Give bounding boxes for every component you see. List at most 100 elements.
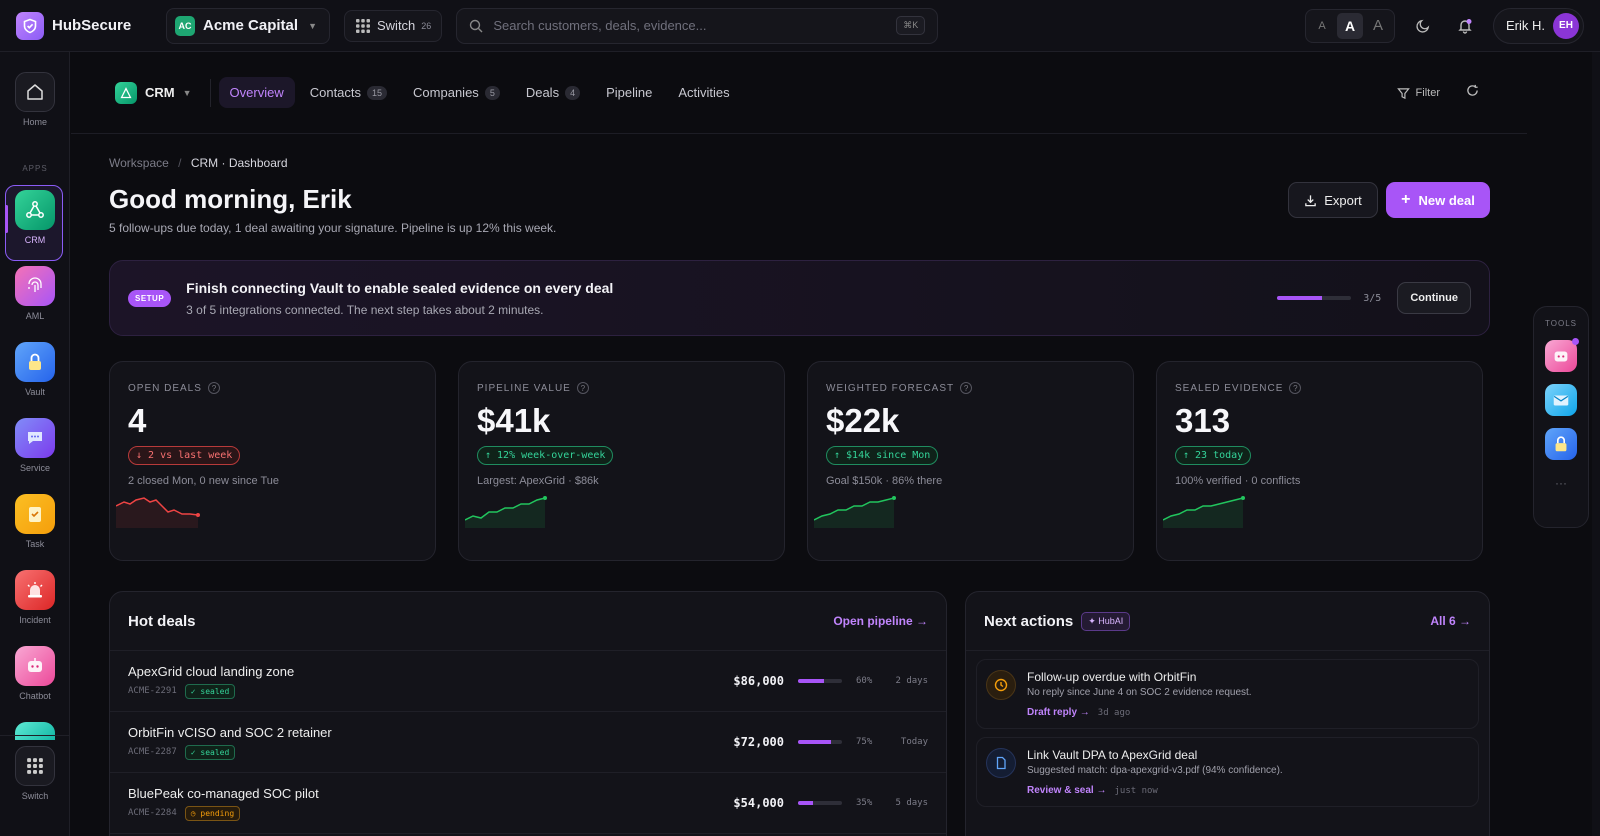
sidebar-item-switch[interactable]: Switch xyxy=(0,746,70,801)
user-name: Erik H. xyxy=(1506,18,1545,33)
notifications-button[interactable] xyxy=(1451,12,1479,40)
chatbot-tool-button[interactable] xyxy=(1545,338,1579,372)
breadcrumb-root[interactable]: Workspace xyxy=(109,156,169,170)
table-row[interactable]: BluePeak co-managed SOC pilot ACME-2284 ◷… xyxy=(110,773,946,834)
deal-probability: 75% xyxy=(856,737,873,747)
tab-overview[interactable]: Overview xyxy=(218,77,295,108)
global-search[interactable]: ⌘K xyxy=(456,7,939,44)
list-item[interactable]: Link Vault DPA to ApexGrid deal Suggeste… xyxy=(976,737,1479,807)
page-scrollbar[interactable] xyxy=(1592,52,1600,836)
status-badge: ◷ pending xyxy=(184,805,241,821)
main-content: CRM ▼ Overview Contacts 15 Companies 5 Dea… xyxy=(71,52,1527,836)
sidebar-item-chatbot[interactable]: Chatbot xyxy=(0,646,70,701)
panel-title: Hot deals xyxy=(128,612,196,630)
stat-card-pipeline-value[interactable]: PIPELINE VALUE? $41k ↑ 12% week-over-wee… xyxy=(458,361,785,561)
mail-icon xyxy=(1553,395,1569,406)
user-menu[interactable]: Erik H. EH xyxy=(1493,7,1584,44)
module-switcher[interactable]: CRM ▼ xyxy=(115,78,211,107)
export-label: Export xyxy=(1324,192,1362,208)
org-switcher[interactable]: AC Acme Capital ▼ xyxy=(166,7,330,44)
deal-progress-fill xyxy=(798,740,831,744)
list-item[interactable]: Follow-up overdue with OrbitFin No reply… xyxy=(976,659,1479,729)
more-tools-button[interactable]: ··· xyxy=(1555,476,1567,490)
bot-icon xyxy=(15,646,55,686)
deal-amount: $86,000 xyxy=(733,674,784,688)
setup-progress-bar xyxy=(1277,296,1352,300)
sidebar-item-task[interactable]: Task xyxy=(0,494,70,549)
lock-icon xyxy=(15,342,55,382)
status-badge: ✓ sealed xyxy=(184,683,236,699)
bot-icon xyxy=(1554,351,1568,362)
sidebar-item-vault[interactable]: Vault xyxy=(0,342,70,397)
deal-close-time: Today xyxy=(900,737,928,747)
font-size-large[interactable]: A xyxy=(1365,13,1391,39)
stat-label: WEIGHTED FORECAST xyxy=(826,382,955,394)
search-input[interactable] xyxy=(493,18,887,33)
draft-reply-link[interactable]: Draft reply → xyxy=(1027,707,1090,718)
bell-icon xyxy=(1458,18,1472,34)
sidebar-item-service[interactable]: Service xyxy=(0,418,70,473)
page-title: Good morning, Erik xyxy=(109,184,352,214)
org-badge: AC xyxy=(175,15,195,36)
stat-card-sealed-evidence[interactable]: SEALED EVIDENCE? 313 ↑ 23 today 100% ver… xyxy=(1156,361,1483,561)
sidebar-item-partial[interactable] xyxy=(15,722,55,740)
help-icon[interactable]: ? xyxy=(576,382,589,394)
tab-pipeline[interactable]: Pipeline xyxy=(595,77,663,108)
open-pipeline-link[interactable]: Open pipeline → xyxy=(833,614,928,628)
font-size-medium[interactable]: A xyxy=(1337,12,1363,39)
shield-icon xyxy=(16,11,44,40)
sidebar-item-label: CRM xyxy=(24,235,46,245)
vault-tool-button[interactable] xyxy=(1545,428,1577,460)
stat-card-open-deals[interactable]: OPEN DEALS? 4 ↓ 2 vs last week 2 closed … xyxy=(109,361,436,561)
deal-amount: $72,000 xyxy=(733,735,784,749)
breadcrumb: Workspace / CRM · Dashboard xyxy=(109,156,288,170)
stat-value: 4 xyxy=(128,402,147,439)
tab-deals[interactable]: Deals 4 xyxy=(515,77,591,108)
all-actions-link[interactable]: All 6 → xyxy=(1430,614,1471,628)
chevron-down-icon: ▼ xyxy=(182,87,192,98)
stat-delta: ↑ 12% week-over-week xyxy=(477,446,614,465)
help-icon[interactable]: ? xyxy=(207,382,220,394)
sidebar-item-label: Service xyxy=(19,463,50,473)
theme-toggle[interactable] xyxy=(1409,12,1437,40)
sidebar-item-label: Vault xyxy=(25,387,45,397)
filter-button[interactable]: Filter xyxy=(1396,87,1440,100)
sidebar-item-aml[interactable]: AML xyxy=(0,266,70,321)
mail-tool-button[interactable] xyxy=(1545,384,1577,416)
tab-contacts[interactable]: Contacts 15 xyxy=(299,77,398,108)
stat-note: 100% verified · 0 conflicts xyxy=(1175,475,1301,487)
sidebar-item-crm[interactable]: CRM xyxy=(0,190,70,245)
help-icon[interactable]: ? xyxy=(960,382,973,394)
help-icon[interactable]: ? xyxy=(1289,382,1302,394)
table-row[interactable]: OrbitFin vCISO and SOC 2 retainer ACME-2… xyxy=(110,712,946,773)
hubai-badge: ✦ HubAI xyxy=(1081,611,1131,631)
tab-companies[interactable]: Companies 5 xyxy=(402,77,511,108)
app-switch-button[interactable]: Switch 26 xyxy=(344,9,443,42)
stat-delta: ↑ 23 today xyxy=(1175,446,1252,465)
stat-card-weighted-forecast[interactable]: WEIGHTED FORECAST? $22k ↑ $14k since Mon… xyxy=(807,361,1134,561)
table-row[interactable]: ApexGrid cloud landing zone ACME-2291 ✓ s… xyxy=(110,651,946,712)
sparkline xyxy=(465,496,547,528)
export-button[interactable]: Export xyxy=(1288,182,1378,218)
deal-probability: 60% xyxy=(856,676,873,686)
review-seal-link[interactable]: Review & seal → xyxy=(1027,785,1106,796)
font-size-small[interactable]: A xyxy=(1309,13,1335,39)
sidebar-item-incident[interactable]: Incident xyxy=(0,570,70,625)
continue-button[interactable]: Continue xyxy=(1397,282,1471,314)
setup-progress-fill xyxy=(1277,296,1322,300)
action-time: just now xyxy=(1114,785,1158,796)
app-logo[interactable]: HubSecure xyxy=(16,11,166,40)
sidebar-item-home[interactable]: Home xyxy=(0,72,70,127)
tab-label: Deals xyxy=(525,85,560,100)
stat-delta: ↑ $14k since Mon xyxy=(826,446,939,465)
action-time: 3d ago xyxy=(1097,707,1131,718)
fingerprint-icon xyxy=(15,266,55,306)
font-size-control: A A A xyxy=(1305,8,1395,43)
refresh-button[interactable] xyxy=(1466,84,1479,102)
top-bar: HubSecure AC Acme Capital ▼ Switch 26 ⌘K… xyxy=(0,0,1600,52)
tab-activities[interactable]: Activities xyxy=(667,77,740,108)
sparkline xyxy=(814,496,896,528)
sidebar-item-label: Incident xyxy=(19,615,51,625)
stat-label: PIPELINE VALUE xyxy=(477,382,571,394)
new-deal-button[interactable]: + New deal xyxy=(1386,182,1490,218)
